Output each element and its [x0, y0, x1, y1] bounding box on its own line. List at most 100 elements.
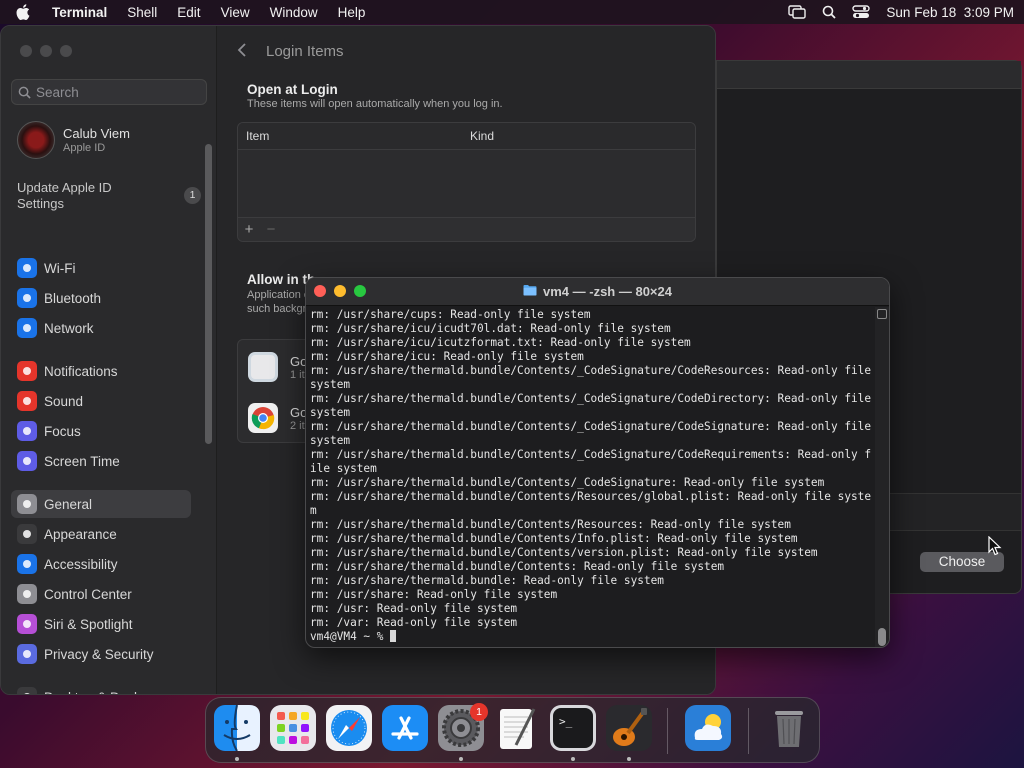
- sidebar-item-screen-time[interactable]: Screen Time: [11, 447, 191, 475]
- minimize-button[interactable]: [40, 45, 52, 57]
- remove-login-item-button[interactable]: −: [260, 221, 282, 238]
- update-apple-id-settings[interactable]: Update Apple ID Settings 1: [17, 180, 207, 212]
- hand-icon: [17, 644, 37, 664]
- sidebar-item-sound[interactable]: Sound: [11, 387, 191, 415]
- terminal-line: rm: /usr/share: Read-only file system: [310, 588, 558, 601]
- terminal-line: rm: /usr/share/icu/icutzformat.txt: Read…: [310, 336, 691, 349]
- dock-trash-icon[interactable]: [766, 705, 812, 751]
- apple-menu-icon[interactable]: [16, 4, 34, 20]
- sidebar-item-label: Sound: [44, 393, 84, 409]
- sidebar-item-privacy-security[interactable]: Privacy & Security: [11, 640, 191, 668]
- speaker-icon: [17, 391, 37, 411]
- bell-icon: [17, 361, 37, 381]
- search-field[interactable]: [11, 79, 207, 105]
- sidebar-item-label: Screen Time: [44, 453, 120, 469]
- menu-app-name[interactable]: Terminal: [52, 5, 107, 20]
- close-button[interactable]: [20, 45, 32, 57]
- menu-window[interactable]: Window: [270, 5, 318, 20]
- globe-icon: [17, 318, 37, 338]
- zoom-button[interactable]: [60, 45, 72, 57]
- gear-icon: [17, 494, 37, 514]
- google-updater-icon: [248, 352, 278, 382]
- screen-mirroring-icon[interactable]: [788, 5, 807, 19]
- terminal-title: vm4 — -zsh — 80×24: [543, 284, 672, 299]
- terminal-output[interactable]: rm: /usr/share/cups: Read-only file syst…: [306, 307, 878, 647]
- text-cursor: [390, 630, 397, 642]
- sidebar-item-general[interactable]: General: [11, 490, 191, 518]
- menu-clock[interactable]: Sun Feb 18 3:09 PM: [886, 5, 1014, 20]
- dock-safari-icon[interactable]: [326, 705, 372, 751]
- back-chevron-icon[interactable]: [237, 42, 247, 63]
- update-label: Update Apple ID Settings: [17, 180, 112, 211]
- sidebar-item-desktop-dock[interactable]: Desktop & Dock: [11, 683, 191, 694]
- terminal-line: rm: /usr/share/thermald.bundle/Contents/…: [310, 490, 872, 517]
- control-center-icon: [17, 584, 37, 604]
- background-window-toolbar: [717, 61, 1021, 89]
- terminal-minimize-button[interactable]: [334, 285, 346, 297]
- terminal-line: rm: /usr/share/thermald.bundle/Contents/…: [310, 476, 825, 489]
- terminal-close-button[interactable]: [314, 285, 326, 297]
- sidebar-item-label: Control Center: [44, 586, 132, 602]
- hourglass-icon: [17, 451, 37, 471]
- menu-shell[interactable]: Shell: [127, 5, 157, 20]
- terminal-prompt[interactable]: vm4@VM4 ~ %: [310, 630, 874, 644]
- dock-running-indicator: [459, 757, 463, 761]
- dock-launchpad-icon[interactable]: [270, 705, 316, 751]
- accessibility-icon: [17, 554, 37, 574]
- terminal-line: rm: /usr/share/thermald.bundle/Contents/…: [310, 420, 872, 447]
- scroll-marker-icon: [877, 309, 887, 319]
- bluetooth-icon: [17, 288, 37, 308]
- dock-garageband-icon[interactable]: [606, 705, 652, 751]
- sidebar-item-notifications[interactable]: Notifications: [11, 357, 191, 385]
- dock-finder-icon[interactable]: [214, 704, 260, 752]
- column-item[interactable]: Item: [238, 129, 470, 143]
- terminal-scrollbar[interactable]: [875, 307, 889, 647]
- dock-app-store-icon[interactable]: [382, 705, 428, 751]
- terminal-titlebar[interactable]: vm4 — -zsh — 80×24: [306, 278, 889, 306]
- menu-view[interactable]: View: [221, 5, 250, 20]
- column-kind[interactable]: Kind: [470, 129, 494, 143]
- apple-id-account[interactable]: Calub Viem Apple ID: [17, 121, 130, 159]
- terminal-line: rm: /usr/share/thermald.bundle/Contents/…: [310, 532, 798, 545]
- terminal-line: rm: /usr/share/thermald.bundle/Contents/…: [310, 392, 872, 419]
- terminal-zoom-button[interactable]: [354, 285, 366, 297]
- sidebar-item-network[interactable]: Network: [11, 314, 191, 342]
- page-title: Login Items: [266, 43, 344, 60]
- open-at-login-subtitle: These items will open automatically when…: [247, 98, 503, 110]
- dock-textedit-icon[interactable]: [494, 705, 540, 751]
- avatar: [17, 121, 55, 159]
- sidebar-item-appearance[interactable]: Appearance: [11, 520, 191, 548]
- sidebar-item-label: Focus: [44, 423, 81, 439]
- sidebar-item-wi-fi[interactable]: Wi-Fi: [11, 254, 191, 282]
- dock-separator: [667, 708, 668, 754]
- terminal-line: rm: /usr/share/thermald.bundle/Contents/…: [310, 364, 872, 391]
- moon-icon: [17, 421, 37, 441]
- search-input[interactable]: [36, 84, 196, 100]
- sidebar-scrollbar[interactable]: [205, 144, 212, 444]
- sidebar-item-focus[interactable]: Focus: [11, 417, 191, 445]
- dock-icon: [17, 687, 37, 694]
- mouse-pointer-icon: [988, 535, 1002, 559]
- dock-terminal-icon[interactable]: >_: [550, 705, 596, 751]
- menu-edit[interactable]: Edit: [177, 5, 200, 20]
- chrome-icon: [248, 403, 278, 433]
- terminal-window[interactable]: vm4 — -zsh — 80×24 rm: /usr/share/cups: …: [305, 277, 890, 648]
- sidebar-item-label: Wi-Fi: [44, 260, 76, 276]
- spotlight-search-icon[interactable]: [822, 5, 837, 19]
- sidebar-item-bluetooth[interactable]: Bluetooth: [11, 284, 191, 312]
- terminal-line: rm: /usr/share/icu: Read-only file syste…: [310, 350, 584, 363]
- sidebar-item-label: General: [44, 496, 93, 512]
- prompt-text: vm4@VM4 ~ %: [310, 630, 391, 643]
- dock: 1 >_: [205, 697, 820, 763]
- sidebar-item-siri-spotlight[interactable]: Siri & Spotlight: [11, 610, 191, 638]
- dock-weather-icon[interactable]: [685, 705, 731, 751]
- menu-help[interactable]: Help: [338, 5, 366, 20]
- sidebar-item-accessibility[interactable]: Accessibility: [11, 550, 191, 578]
- sidebar-item-label: Privacy & Security: [44, 646, 154, 662]
- menu-bar: Terminal Shell Edit View Window Help Sun…: [0, 0, 1024, 24]
- login-items-table: Item Kind + −: [237, 122, 696, 242]
- add-login-item-button[interactable]: +: [238, 221, 260, 238]
- terminal-scroll-thumb[interactable]: [878, 628, 886, 646]
- sidebar-item-control-center[interactable]: Control Center: [11, 580, 191, 608]
- control-center-icon[interactable]: [852, 5, 871, 19]
